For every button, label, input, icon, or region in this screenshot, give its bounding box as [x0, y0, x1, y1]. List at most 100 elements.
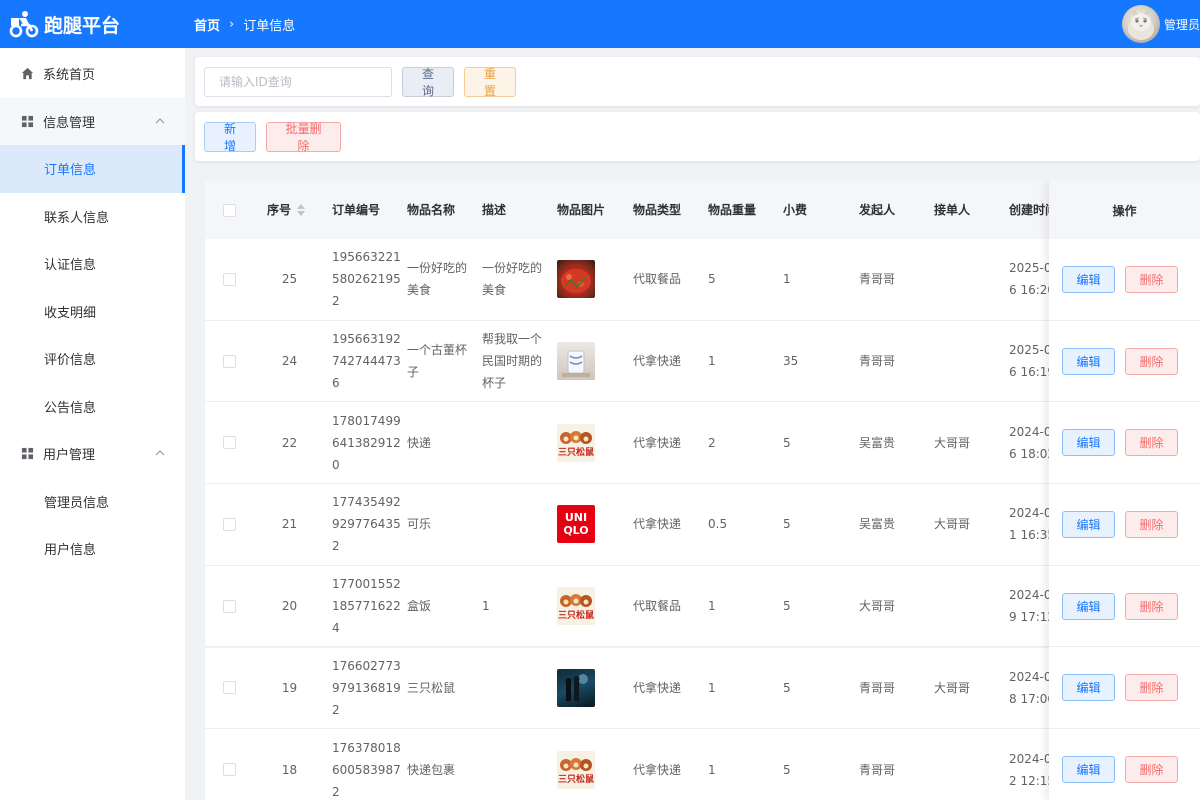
row-checkbox[interactable] [223, 354, 236, 368]
cell-text: 1 [708, 354, 716, 369]
row-checkbox[interactable] [223, 599, 236, 613]
row-checkbox[interactable] [223, 763, 236, 777]
edit-button[interactable]: 编辑 [1062, 756, 1115, 784]
delete-button[interactable]: 删除 [1125, 347, 1178, 375]
sidebar-item-notices[interactable]: 公告信息 [0, 383, 185, 431]
cell-text: 5 [708, 272, 716, 287]
edit-button[interactable]: 编辑 [1062, 347, 1115, 375]
cell-line: 195663221 [332, 250, 401, 265]
edit-button[interactable]: 编辑 [1062, 429, 1115, 457]
user-menu[interactable]: 管理员 [1121, 0, 1200, 48]
item-image[interactable] [557, 342, 595, 381]
cell-line: 帮我取一个 [482, 332, 543, 347]
sidebar-item-contacts[interactable]: 联系人信息 [0, 193, 185, 241]
cell-text: 0.5 [708, 517, 728, 532]
edit-button[interactable]: 编辑 [1062, 592, 1115, 620]
item-image[interactable]: 三只松鼠 [557, 750, 595, 789]
item-image[interactable]: 三只松鼠 [557, 587, 595, 626]
cell-text: 2 [708, 435, 716, 450]
cell-text: 大哥哥 [934, 517, 971, 532]
item-image[interactable]: UNI QLO [557, 505, 595, 544]
cell-line: 0 [332, 457, 340, 472]
cell-line: 三只松鼠 [407, 680, 456, 695]
cell-image: 三只松鼠 [557, 402, 627, 483]
search-input[interactable] [204, 66, 392, 97]
delete-button[interactable]: 删除 [1125, 510, 1178, 538]
cell-text: 177435492 929776435 2 [332, 491, 401, 557]
chevron-up-icon [155, 115, 165, 130]
column-header-type: 物品类型 [633, 181, 681, 239]
sidebar-item-admins[interactable]: 管理员信息 [0, 478, 185, 526]
delete-button[interactable]: 删除 [1125, 592, 1178, 620]
cell-type: 代拿快递 [633, 321, 703, 402]
column-header-label: 描述 [482, 203, 507, 217]
batch-delete-button[interactable]: 批量删除 [266, 121, 341, 153]
row-checkbox[interactable] [223, 517, 236, 531]
cell-weight: 2 [708, 402, 778, 483]
item-image[interactable] [557, 668, 595, 707]
column-header-name: 物品名称 [407, 181, 455, 239]
sidebar-item-certification[interactable]: 认证信息 [0, 240, 185, 288]
cell-id: 24 [267, 321, 312, 402]
select-all-checkbox-cell [223, 181, 236, 239]
delete-button[interactable]: 删除 [1125, 674, 1178, 702]
breadcrumb-home[interactable]: 首页 [194, 15, 220, 34]
sidebar-item-transactions[interactable]: 收支明细 [0, 288, 185, 336]
sidebar-item-orders[interactable]: 订单信息 [0, 145, 185, 193]
delete-button[interactable]: 删除 [1125, 756, 1178, 784]
select-all-checkbox[interactable] [223, 203, 236, 217]
cell-name: 快递 [407, 402, 477, 483]
sidebar-group-info[interactable]: 信息管理 [0, 97, 185, 145]
cell-text: 1 [708, 680, 716, 695]
cell-id: 19 [267, 648, 312, 729]
reset-button[interactable]: 重置 [464, 66, 516, 98]
cell-text: 代拿快递 [633, 354, 682, 369]
cell-text: 1 [482, 595, 490, 617]
query-button[interactable]: 查询 [402, 66, 454, 98]
sidebar-item-reviews[interactable]: 评价信息 [0, 335, 185, 383]
item-image[interactable]: 三只松鼠 [557, 423, 595, 462]
cell-receiver [934, 729, 1004, 800]
edit-button[interactable]: 编辑 [1062, 674, 1115, 702]
cell-id: 25 [267, 239, 312, 320]
sidebar-item-label: 认证信息 [44, 258, 97, 274]
sidebar-item-home[interactable]: 系统首页 [0, 50, 185, 98]
sort-caret-icon[interactable] [297, 204, 306, 216]
add-button[interactable]: 新增 [204, 121, 256, 153]
column-header-operation: 操作 [1049, 181, 1200, 239]
avatar[interactable] [1121, 5, 1160, 43]
edit-button[interactable]: 编辑 [1062, 510, 1115, 538]
cell-text: 5 [783, 762, 791, 777]
delete-button[interactable]: 删除 [1125, 265, 1178, 293]
cell-name: 一份好吃的 美食 [407, 239, 477, 320]
cell-receiver: 大哥哥 [934, 484, 1004, 565]
sidebar-item-label: 系统首页 [43, 68, 96, 84]
row-checkbox[interactable] [223, 436, 236, 450]
cell-text: 帮我取一个 民国时期的 杯子 [482, 328, 542, 394]
column-header-id[interactable]: 序号 [267, 181, 306, 239]
column-header-label: 物品重量 [708, 203, 757, 217]
row-checkbox[interactable] [223, 681, 236, 695]
column-header-sender: 发起人 [859, 181, 895, 239]
cell-order_no: 176378018 600583987 2 [332, 729, 402, 800]
sidebar-item-users[interactable]: 用户信息 [0, 525, 185, 573]
cell-receiver [934, 239, 1004, 320]
delete-button[interactable]: 删除 [1125, 429, 1178, 457]
cell-text: 176602773 979136819 2 [332, 655, 401, 721]
cell-chk [223, 729, 236, 800]
cell-text: 吴富贵 [859, 517, 896, 532]
edit-button[interactable]: 编辑 [1062, 265, 1115, 293]
row-checkbox[interactable] [223, 272, 236, 286]
sidebar-group-users[interactable]: 用户管理 [0, 430, 185, 478]
sidebar-group-label: 信息管理 [43, 115, 96, 131]
operation-cell: 编辑 删除 [1049, 648, 1200, 730]
cell-weight: 1 [708, 729, 778, 800]
cell-chk [223, 566, 236, 647]
cell-sender: 吴富贵 [859, 402, 929, 483]
cell-receiver: 大哥哥 [934, 402, 1004, 483]
app-logo[interactable]: 跑腿平台 [0, 8, 185, 40]
item-image[interactable] [557, 260, 595, 299]
cell-name: 三只松鼠 [407, 648, 477, 729]
cell-name: 一个古董杯子 [407, 321, 477, 402]
cell-type: 代取餐品 [633, 566, 703, 647]
